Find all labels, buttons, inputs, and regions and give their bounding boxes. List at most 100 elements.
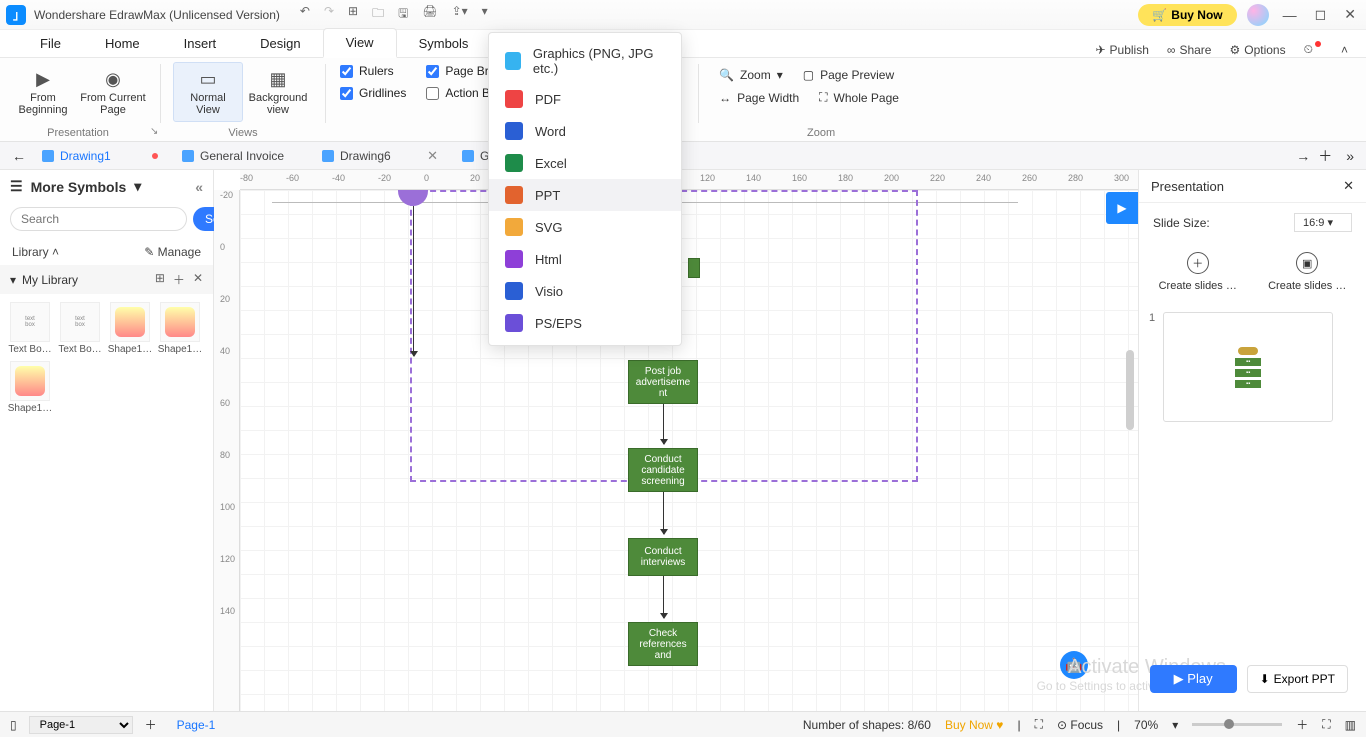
add-page-icon[interactable]: ＋ [145, 716, 157, 733]
qat-more-icon[interactable]: ▾ [482, 4, 488, 25]
shape-thumb-3[interactable]: Shape1… [158, 302, 202, 355]
menu-design[interactable]: Design [238, 30, 322, 57]
page-selector[interactable]: Page-1 [29, 716, 133, 734]
page-preview-button[interactable]: ▢ Page Preview [803, 68, 894, 82]
notifications-icon[interactable]: ⏲ [1304, 42, 1323, 57]
menu-insert[interactable]: Insert [162, 30, 239, 57]
play-button[interactable]: ▶ Play [1150, 665, 1237, 693]
ic-word-icon [505, 122, 523, 140]
share-button[interactable]: ∞ Share [1167, 43, 1212, 57]
shape-thumb-4[interactable]: Shape1… [8, 361, 52, 414]
menu-file[interactable]: File [18, 30, 83, 57]
panels-icon[interactable]: ▥ [1345, 718, 1356, 732]
collapse-left-icon[interactable]: « [195, 179, 203, 195]
mylib-close-icon[interactable]: ✕ [193, 271, 203, 288]
options-button[interactable]: ⚙ Options [1229, 43, 1285, 57]
presentation-side-tab-icon[interactable]: ▶ [1106, 192, 1138, 224]
flow-arrow-1 [663, 492, 664, 534]
zoom-button[interactable]: 🔍 Zoom▾ [719, 68, 783, 82]
export-item-graphics-png-jpg-etc-[interactable]: Graphics (PNG, JPG etc.) [489, 39, 681, 83]
redo-icon[interactable]: ↷ [324, 4, 334, 25]
flow-node-hidden[interactable] [688, 258, 700, 278]
from-current-page-button[interactable]: ◉From Current Page [78, 62, 148, 122]
scrollbar-vertical[interactable] [1126, 350, 1134, 430]
export-item-svg[interactable]: SVG [489, 211, 681, 243]
fit-page-icon[interactable]: ⛶ [1322, 717, 1330, 732]
mylib-add-icon[interactable]: ＋ [173, 271, 185, 288]
doc-icon [182, 150, 194, 162]
tab-overflow-icon[interactable]: » [1342, 148, 1358, 164]
focus-button[interactable]: ⊙ Focus [1057, 718, 1103, 732]
export-item-ps-eps[interactable]: PS/EPS [489, 307, 681, 339]
export-item-excel[interactable]: Excel [489, 147, 681, 179]
mylib-caret-icon[interactable]: ▾ [10, 273, 16, 287]
page-tab-active[interactable]: Page-1 [169, 718, 224, 732]
export-dropdown-icon[interactable]: ⇪▾ [452, 4, 468, 25]
open-icon[interactable]: 🗀 [372, 4, 384, 25]
whole-page-button[interactable]: ⛶ Whole Page [819, 90, 899, 105]
export-menu: Graphics (PNG, JPG etc.)PDFWordExcelPPTS… [488, 32, 682, 346]
chat-help-icon[interactable]: 🤖 [1060, 651, 1088, 679]
shape-thumb-0[interactable]: textboxText Bo… [8, 302, 52, 355]
ruler-horizontal: -80-60-40-200204060801001201401601802002… [240, 170, 1138, 190]
my-library-label[interactable]: My Library [22, 273, 78, 287]
zoom-slider[interactable] [1192, 723, 1282, 726]
collapse-ribbon-icon[interactable]: ˄ [1341, 43, 1348, 57]
doc-tab-general-invoice[interactable]: General Invoice [170, 142, 310, 170]
export-item-word[interactable]: Word [489, 115, 681, 147]
slide-size-select[interactable]: 16:9 ▾ [1294, 213, 1352, 232]
from-beginning-button[interactable]: ▶From Beginning [8, 62, 78, 122]
export-item-ppt[interactable]: PPT [489, 179, 681, 211]
print-icon[interactable]: 🖨 [422, 4, 437, 25]
fit-icon[interactable]: ⛶ [1035, 717, 1043, 732]
tab-add-icon[interactable]: ＋ [1314, 146, 1336, 166]
create-slides-1-button[interactable]: ＋Create slides … [1159, 252, 1237, 292]
close-right-panel-icon[interactable]: ✕ [1343, 178, 1354, 194]
symbol-search-input[interactable] [10, 207, 187, 231]
user-avatar-icon[interactable] [1247, 4, 1269, 26]
menu-home[interactable]: Home [83, 30, 162, 57]
buy-now-button[interactable]: 🛒 Buy Now [1138, 4, 1236, 26]
ribbon-group-views: ▭Normal View ▦Background view [165, 58, 321, 141]
flow-node-0[interactable]: Post job advertiseme nt [628, 360, 698, 404]
doc-tab-drawing6[interactable]: Drawing6✕ [310, 142, 450, 170]
rulers-checkbox[interactable]: Rulers [340, 64, 406, 78]
background-view-button[interactable]: ▦Background view [243, 62, 313, 122]
shape-thumb-1[interactable]: textboxText Bo… [58, 302, 102, 355]
flow-node-3[interactable]: Check references and [628, 622, 698, 666]
tab-prev-icon[interactable]: ← [8, 148, 30, 164]
page-layout-icon[interactable]: ▯ [10, 718, 17, 732]
menu-view[interactable]: View [323, 28, 397, 58]
save-icon[interactable]: 🖫 [398, 4, 408, 25]
new-icon[interactable]: ⊞ [348, 4, 358, 25]
maximize-icon[interactable]: ◻ [1311, 6, 1331, 23]
more-symbols-label[interactable]: More Symbols [31, 179, 127, 195]
export-item-pdf[interactable]: PDF [489, 83, 681, 115]
shape-thumb-2[interactable]: Shape1… [108, 302, 152, 355]
page-width-button[interactable]: ↔ Page Width [719, 90, 799, 105]
buy-now-link[interactable]: Buy Now ♥ [945, 718, 1004, 732]
export-item-visio[interactable]: Visio [489, 275, 681, 307]
close-icon[interactable]: ✕ [1340, 6, 1360, 23]
flow-node-1[interactable]: Conduct candidate screening [628, 448, 698, 492]
export-ppt-button[interactable]: ⬇ Export PPT [1247, 665, 1348, 693]
gridlines-checkbox[interactable]: Gridlines [340, 86, 406, 100]
canvas[interactable]: Post job advertiseme nt Conduct candidate… [240, 190, 1138, 719]
create-slides-2-button[interactable]: ▣Create slides … [1268, 252, 1346, 292]
flow-node-2[interactable]: Conduct interviews [628, 538, 698, 576]
mylib-grid-icon[interactable]: ⊞ [155, 271, 165, 288]
zoom-in-icon[interactable]: ＋ [1296, 716, 1308, 733]
doc-tab-drawing1[interactable]: Drawing1 [30, 142, 170, 170]
zoom-value[interactable]: 70% [1134, 718, 1158, 732]
undo-icon[interactable]: ↶ [300, 4, 310, 25]
export-item-html[interactable]: Html [489, 243, 681, 275]
publish-button[interactable]: ✈ Publish [1095, 43, 1148, 57]
normal-view-button[interactable]: ▭Normal View [173, 62, 243, 122]
slide-thumbnail-1[interactable]: 1 ▪▪ ▪▪ ▪▪ [1139, 308, 1366, 426]
menu-symbols[interactable]: Symbols [397, 30, 491, 57]
manage-button[interactable]: ✎ Manage [144, 245, 201, 259]
close-tab-icon[interactable]: ✕ [427, 148, 438, 164]
tab-next-icon[interactable]: → [1292, 148, 1314, 164]
library-dropdown[interactable]: Library ˄ [12, 245, 59, 259]
minimize-icon[interactable]: — [1279, 7, 1301, 23]
